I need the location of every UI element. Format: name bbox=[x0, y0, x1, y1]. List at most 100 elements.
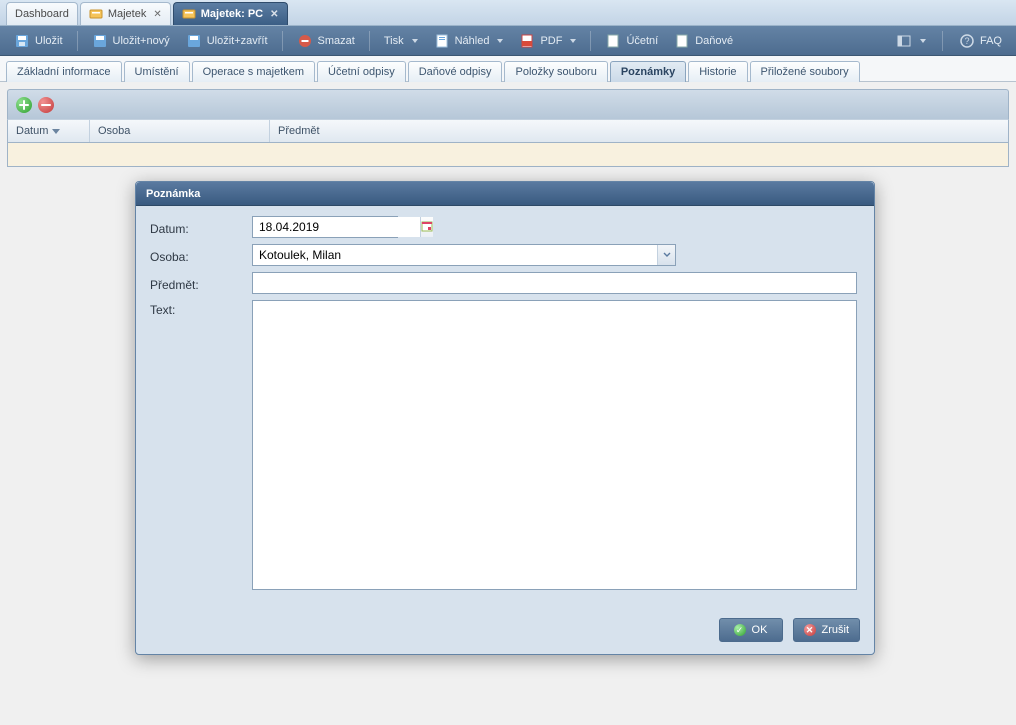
note-dialog: Poznámka Datum: Osoba: bbox=[135, 181, 875, 655]
button-label: Daňové bbox=[695, 35, 733, 47]
tab-location[interactable]: Umístění bbox=[124, 61, 190, 82]
delete-icon bbox=[297, 33, 313, 49]
button-label: FAQ bbox=[980, 35, 1002, 47]
sub-tabs: Základní informace Umístění Operace s ma… bbox=[0, 56, 1016, 82]
chevron-down-icon bbox=[663, 248, 671, 262]
add-row-button[interactable] bbox=[16, 97, 32, 113]
cancel-button[interactable]: ✕ Zrušit bbox=[793, 618, 861, 642]
save-button[interactable]: Uložit bbox=[8, 30, 69, 52]
button-label: Účetní bbox=[626, 35, 658, 47]
chevron-down-icon bbox=[497, 39, 503, 43]
separator bbox=[942, 31, 943, 51]
main-area: Poznámka Datum: Osoba: bbox=[0, 167, 1016, 725]
col-person[interactable]: Osoba bbox=[90, 120, 270, 142]
chevron-down-icon bbox=[920, 39, 926, 43]
tab-majetek-pc[interactable]: Majetek: PC ✕ bbox=[173, 2, 288, 25]
subject-input[interactable] bbox=[252, 272, 857, 294]
tab-majetek[interactable]: Majetek ✕ bbox=[80, 2, 171, 25]
calendar-trigger[interactable] bbox=[420, 217, 433, 237]
save-icon bbox=[186, 33, 202, 49]
calendar-icon bbox=[421, 220, 433, 235]
main-toolbar: Uložit Uložit+nový Uložit+zavřít Smazat … bbox=[0, 26, 1016, 56]
col-label: Datum bbox=[16, 125, 48, 137]
text-area[interactable] bbox=[252, 300, 857, 590]
dialog-title: Poznámka bbox=[136, 182, 874, 206]
document-icon bbox=[674, 33, 690, 49]
col-label: Osoba bbox=[98, 125, 130, 137]
separator bbox=[77, 31, 78, 51]
pdf-button[interactable]: PDF bbox=[513, 30, 582, 52]
document-icon bbox=[605, 33, 621, 49]
col-subject[interactable]: Předmět bbox=[270, 120, 1008, 142]
ok-button[interactable]: ✓ OK bbox=[719, 618, 783, 642]
row-text: Text: bbox=[150, 300, 860, 590]
tax-button[interactable]: Daňové bbox=[668, 30, 739, 52]
tab-history[interactable]: Historie bbox=[688, 61, 747, 82]
close-icon[interactable]: ✕ bbox=[268, 9, 278, 20]
person-input[interactable] bbox=[253, 245, 657, 265]
label-subject: Předmět: bbox=[150, 275, 252, 292]
tab-set-items[interactable]: Položky souboru bbox=[504, 61, 607, 82]
asset-icon bbox=[182, 7, 196, 21]
button-label: Uložit bbox=[35, 35, 63, 47]
tab-label: Dashboard bbox=[15, 8, 69, 20]
person-combo bbox=[252, 244, 676, 266]
save-icon bbox=[92, 33, 108, 49]
grid-header: Datum Osoba Předmět bbox=[7, 119, 1009, 143]
ok-icon: ✓ bbox=[734, 624, 746, 636]
grid-body bbox=[7, 143, 1009, 167]
row-person: Osoba: bbox=[150, 244, 860, 266]
grid-toolbar bbox=[7, 89, 1009, 119]
save-icon bbox=[14, 33, 30, 49]
tab-accounting-depr[interactable]: Účetní odpisy bbox=[317, 61, 406, 82]
tab-tax-depr[interactable]: Daňové odpisy bbox=[408, 61, 503, 82]
dialog-buttons: ✓ OK ✕ Zrušit bbox=[136, 610, 874, 654]
tab-dashboard[interactable]: Dashboard bbox=[6, 2, 78, 25]
close-icon[interactable]: ✕ bbox=[151, 9, 161, 20]
separator bbox=[590, 31, 591, 51]
remove-row-button[interactable] bbox=[38, 97, 54, 113]
row-subject: Předmět: bbox=[150, 272, 860, 294]
toolbar-right: ? FAQ bbox=[890, 30, 1008, 52]
faq-button[interactable]: ? FAQ bbox=[953, 30, 1008, 52]
col-date[interactable]: Datum bbox=[8, 120, 90, 142]
save-close-button[interactable]: Uložit+zavřít bbox=[180, 30, 274, 52]
tab-notes[interactable]: Poznámky bbox=[610, 61, 686, 82]
preview-icon bbox=[434, 33, 450, 49]
combo-trigger[interactable] bbox=[657, 245, 675, 265]
button-label: Uložit+nový bbox=[113, 35, 170, 47]
pdf-icon bbox=[519, 33, 535, 49]
label-date: Datum: bbox=[150, 219, 252, 236]
tab-label: Majetek bbox=[108, 8, 147, 20]
print-button[interactable]: Tisk bbox=[378, 32, 424, 50]
date-input[interactable] bbox=[253, 217, 420, 237]
label-text: Text: bbox=[150, 300, 252, 317]
sort-desc-icon bbox=[52, 129, 60, 134]
separator bbox=[369, 31, 370, 51]
col-label: Předmět bbox=[278, 125, 320, 137]
panel-button[interactable] bbox=[890, 30, 932, 52]
panel-icon bbox=[896, 33, 912, 49]
button-label: Uložit+zavřít bbox=[207, 35, 268, 47]
app-tabs-bar: Dashboard Majetek ✕ Majetek: PC ✕ bbox=[0, 0, 1016, 26]
tab-basic-info[interactable]: Základní informace bbox=[6, 61, 122, 82]
date-field-wrap bbox=[252, 216, 398, 238]
chevron-down-icon bbox=[412, 39, 418, 43]
row-date: Datum: bbox=[150, 216, 860, 238]
accounting-button[interactable]: Účetní bbox=[599, 30, 664, 52]
tab-operations[interactable]: Operace s majetkem bbox=[192, 61, 315, 82]
help-icon: ? bbox=[959, 33, 975, 49]
cancel-icon: ✕ bbox=[804, 624, 816, 636]
delete-button[interactable]: Smazat bbox=[291, 30, 361, 52]
button-label: Zrušit bbox=[822, 624, 850, 636]
svg-text:?: ? bbox=[964, 36, 969, 46]
button-label: Smazat bbox=[318, 35, 355, 47]
dialog-body: Datum: Osoba: bbox=[136, 206, 874, 610]
label-person: Osoba: bbox=[150, 247, 252, 264]
preview-button[interactable]: Náhled bbox=[428, 30, 510, 52]
button-label: OK bbox=[752, 624, 768, 636]
save-new-button[interactable]: Uložit+nový bbox=[86, 30, 176, 52]
separator bbox=[282, 31, 283, 51]
tab-attachments[interactable]: Přiložené soubory bbox=[750, 61, 860, 82]
button-label: Tisk bbox=[384, 35, 404, 47]
